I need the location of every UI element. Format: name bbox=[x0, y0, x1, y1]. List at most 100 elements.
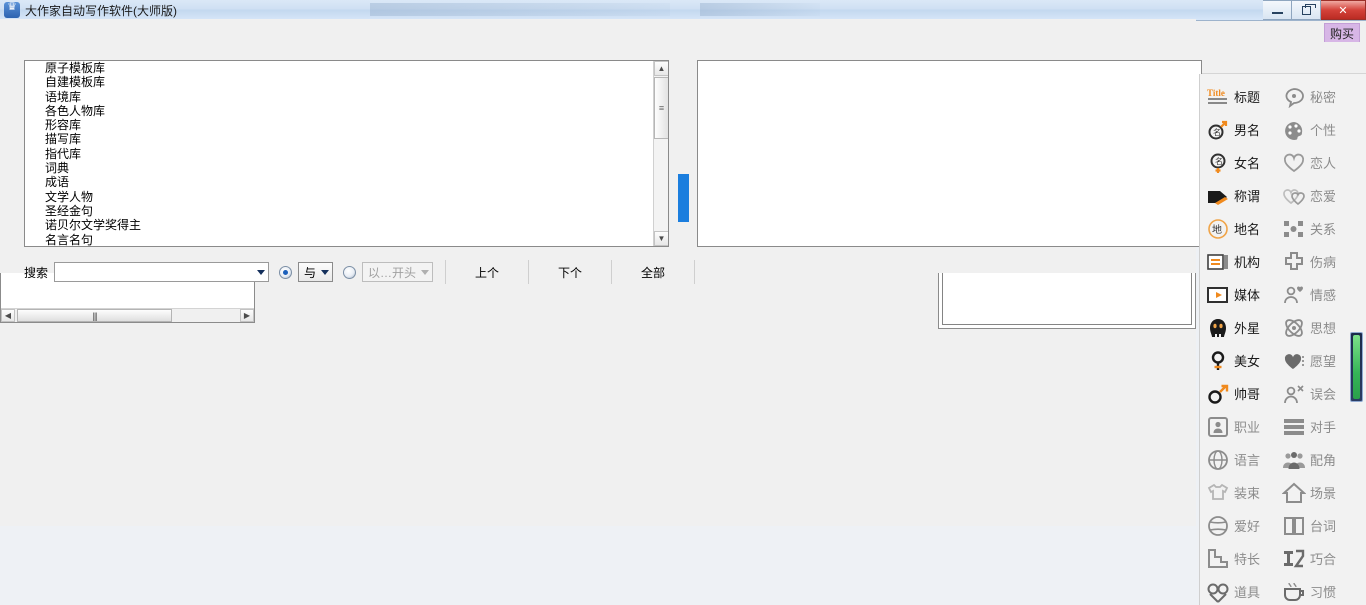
search-mode-and-select[interactable]: 与 bbox=[298, 262, 333, 282]
sidebar-item-place[interactable]: 地 地名 bbox=[1206, 212, 1282, 245]
list-item[interactable]: 名言名句 bbox=[25, 233, 668, 247]
props-icon bbox=[1206, 580, 1230, 604]
sidebar-item-organization[interactable]: 机构 bbox=[1206, 245, 1282, 278]
list-item[interactable]: 指代库 bbox=[25, 147, 668, 161]
search-input[interactable] bbox=[57, 264, 253, 280]
sidebar-label: 外星 bbox=[1234, 318, 1260, 337]
scroll-left-icon[interactable]: ◀ bbox=[1, 309, 15, 322]
find-previous-button[interactable]: 上个 bbox=[448, 259, 526, 285]
sidebar-item-media[interactable]: 媒体 bbox=[1206, 278, 1282, 311]
scroll-down-icon[interactable]: ▼ bbox=[654, 231, 669, 246]
sidebar-item-relation[interactable]: 关系 bbox=[1282, 212, 1358, 245]
male-name-icon: 名 bbox=[1206, 118, 1230, 142]
sidebar-item-specialty[interactable]: 特长 bbox=[1206, 542, 1282, 575]
sidebar-item-thought[interactable]: 思想 bbox=[1282, 311, 1358, 344]
sidebar-item-female-name[interactable]: 名 女名 bbox=[1206, 146, 1282, 179]
svg-text:Title: Title bbox=[1207, 88, 1225, 98]
list-item[interactable]: 自建模板库 bbox=[25, 75, 668, 89]
sidebar-item-personality[interactable]: 个性 bbox=[1282, 113, 1358, 146]
list-item[interactable]: 诺贝尔文学奖得主 bbox=[25, 218, 668, 232]
hscroll-thumb[interactable]: ||| bbox=[17, 309, 172, 322]
organization-icon bbox=[1206, 250, 1230, 274]
media-play-icon bbox=[1206, 283, 1230, 307]
list-item[interactable]: 各色人物库 bbox=[25, 104, 668, 118]
sidebar-label: 女名 bbox=[1234, 153, 1260, 172]
preview-pane[interactable] bbox=[697, 60, 1202, 247]
list-item[interactable]: 文学人物 bbox=[25, 190, 668, 204]
find-all-button[interactable]: 全部 bbox=[614, 259, 692, 285]
title-icon: Title bbox=[1206, 85, 1230, 109]
find-next-button[interactable]: 下个 bbox=[531, 259, 609, 285]
bars-icon bbox=[1282, 415, 1306, 439]
sidebar-item-props[interactable]: 道具 bbox=[1206, 575, 1282, 605]
pane-splitter[interactable] bbox=[678, 174, 689, 222]
list-item[interactable]: 词典 bbox=[25, 161, 668, 175]
list-item[interactable]: 成语 bbox=[25, 175, 668, 189]
sidebar-label: 恋爱 bbox=[1310, 186, 1336, 205]
sidebar-item-lines[interactable]: 台词 bbox=[1282, 509, 1358, 542]
list-item[interactable]: 描写库 bbox=[25, 132, 668, 146]
scroll-right-icon[interactable]: ▶ bbox=[240, 309, 254, 322]
list-item[interactable]: 语境库 bbox=[25, 90, 668, 104]
sidebar-item-coincidence[interactable]: 巧合 bbox=[1282, 542, 1358, 575]
window-title: 大作家自动写作软件(大师版) bbox=[25, 2, 177, 19]
search-mode-and-radio[interactable] bbox=[279, 266, 292, 279]
library-list[interactable]: 原子模板库 自建模板库 语境库 各色人物库 形容库 描写库 指代库 词典 成语 … bbox=[24, 60, 669, 247]
place-icon: 地 bbox=[1206, 217, 1230, 241]
sidebar-item-emotion[interactable]: 情感 bbox=[1282, 278, 1358, 311]
sidebar-item-appellation[interactable]: 称谓 bbox=[1206, 179, 1282, 212]
sidebar-item-supporting-role[interactable]: 配角 bbox=[1282, 443, 1358, 476]
library-vscrollbar[interactable]: ▲ ≡ ▼ bbox=[653, 61, 668, 246]
sidebar-item-romance[interactable]: 恋爱 bbox=[1282, 179, 1358, 212]
people-icon bbox=[1282, 448, 1306, 472]
restore-icon bbox=[1302, 6, 1311, 15]
chevron-down-icon bbox=[321, 270, 329, 275]
sidebar-item-handsome[interactable]: 帅哥 bbox=[1206, 377, 1282, 410]
sidebar-label: 场景 bbox=[1310, 483, 1336, 502]
atom-icon bbox=[1282, 316, 1306, 340]
buy-button[interactable]: 购买 bbox=[1324, 23, 1360, 44]
list-item[interactable]: 形容库 bbox=[25, 118, 668, 132]
tools-sidebar-grid: Title 标题 秘密 名 男名 个性 bbox=[1200, 74, 1360, 605]
separator bbox=[694, 260, 695, 284]
sidebar-item-male-name[interactable]: 名 男名 bbox=[1206, 113, 1282, 146]
search-mode-startswith-select[interactable]: 以…开头 bbox=[362, 262, 433, 282]
sidebar-item-costume[interactable]: 装束 bbox=[1206, 476, 1282, 509]
restore-button[interactable] bbox=[1292, 0, 1321, 20]
list-item[interactable]: 圣经金句 bbox=[25, 204, 668, 218]
sidebar-item-opponent[interactable]: 对手 bbox=[1282, 410, 1358, 443]
scroll-up-icon[interactable]: ▲ bbox=[654, 61, 669, 76]
sidebar-item-wish[interactable]: 愿望 bbox=[1282, 344, 1358, 377]
sidebar-label: 机构 bbox=[1234, 252, 1260, 271]
sidebar-label: 思想 bbox=[1310, 318, 1336, 337]
vscroll-thumb[interactable]: ≡ bbox=[654, 77, 669, 139]
sidebar-item-beauty[interactable]: 美女 bbox=[1206, 344, 1282, 377]
sidebar-item-alien[interactable]: 外星 bbox=[1206, 311, 1282, 344]
sidebar-item-language[interactable]: 语言 bbox=[1206, 443, 1282, 476]
sidebar-scroll-thumb[interactable] bbox=[1353, 335, 1360, 399]
sidebar-item-lover[interactable]: 恋人 bbox=[1282, 146, 1358, 179]
list-item[interactable]: 原子模板库 bbox=[25, 61, 668, 75]
search-mode-and-label: 与 bbox=[304, 264, 316, 281]
minimize-button[interactable] bbox=[1263, 0, 1292, 20]
chevron-down-icon[interactable] bbox=[257, 270, 265, 275]
sidebar-item-title[interactable]: Title 标题 bbox=[1206, 80, 1282, 113]
close-button[interactable]: ✕ bbox=[1321, 0, 1366, 20]
sidebar-item-habit[interactable]: 习惯 bbox=[1282, 575, 1358, 605]
sidebar-item-scene[interactable]: 场景 bbox=[1282, 476, 1358, 509]
search-input-combo[interactable] bbox=[54, 262, 269, 282]
sidebar-item-injury[interactable]: 伤病 bbox=[1282, 245, 1358, 278]
medical-cross-icon bbox=[1282, 250, 1306, 274]
file-manager-hscrollbar[interactable]: ◀ ||| ▶ bbox=[1, 308, 254, 322]
tools-sidebar: Title 标题 秘密 名 男名 个性 bbox=[1199, 74, 1366, 605]
sidebar-item-hobby[interactable]: 爱好 bbox=[1206, 509, 1282, 542]
person-heart-icon bbox=[1282, 283, 1306, 307]
sidebar-label: 习惯 bbox=[1310, 582, 1336, 601]
search-mode-startswith-radio[interactable] bbox=[343, 266, 356, 279]
minimize-icon bbox=[1272, 11, 1283, 14]
sidebar-item-occupation[interactable]: 职业 bbox=[1206, 410, 1282, 443]
sidebar-item-misunderstanding[interactable]: 误会 bbox=[1282, 377, 1358, 410]
sidebar-label: 对手 bbox=[1310, 417, 1336, 436]
sidebar-item-secret[interactable]: 秘密 bbox=[1282, 80, 1358, 113]
sidebar-scrollbar[interactable] bbox=[1350, 332, 1363, 402]
